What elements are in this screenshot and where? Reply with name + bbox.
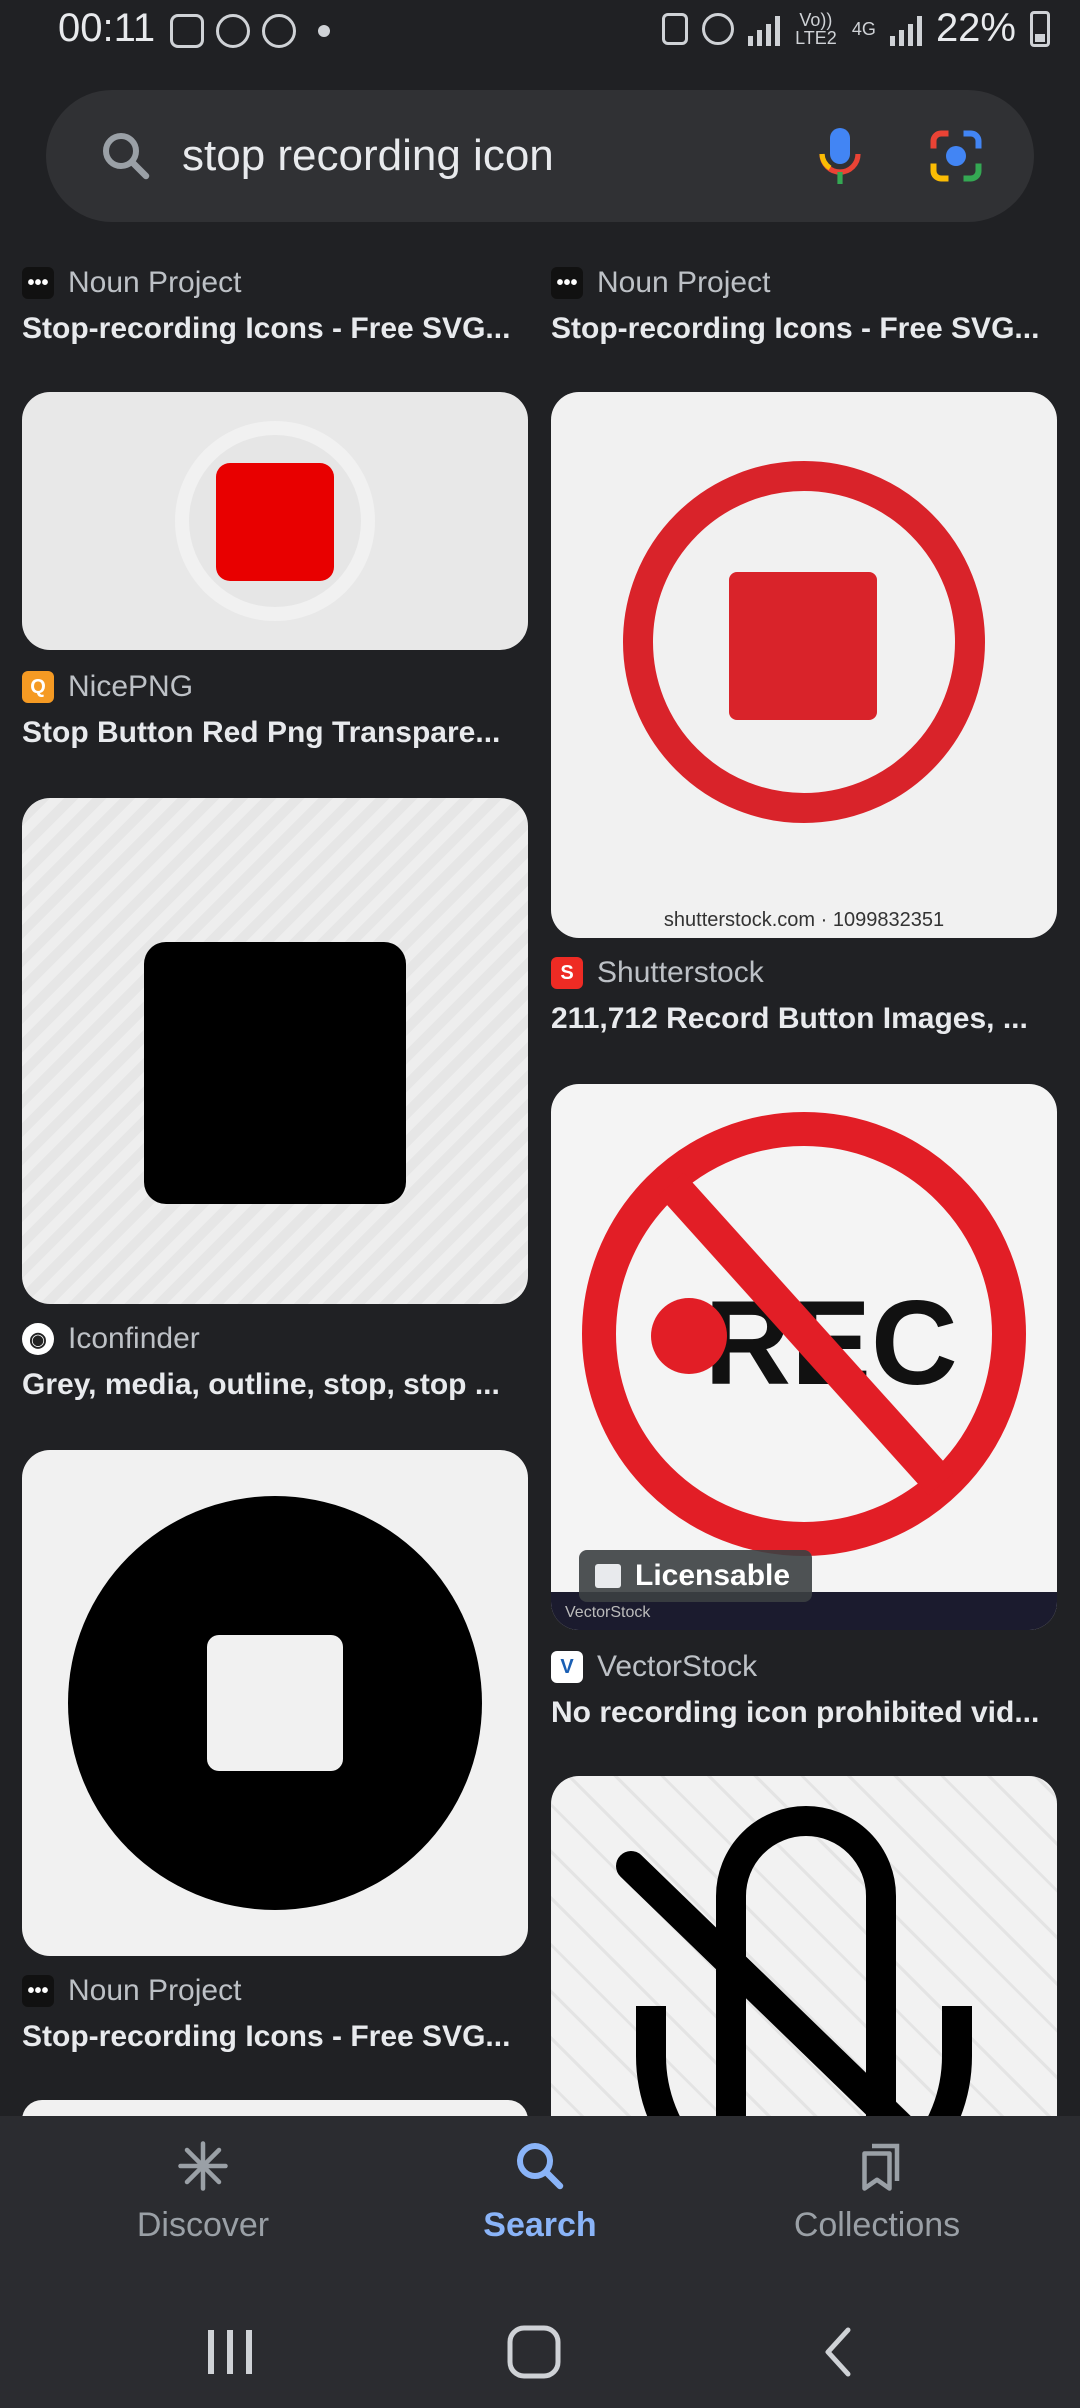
result-source: ◉ Iconfinder [22, 1322, 528, 1356]
system-nav [0, 2296, 1080, 2408]
result-source: V VectorStock [551, 1650, 1057, 1684]
battery-percent: 22% [935, 6, 1016, 50]
status-bar: 00:11 Vo)) LTE2 4G 22% [0, 0, 1080, 66]
record-button-image [623, 461, 985, 823]
watermark-text: VectorStock [565, 1604, 651, 1621]
result-image[interactable]: REC VectorStock Licensable [551, 1084, 1057, 1630]
result-title[interactable]: Stop-recording Icons - Free SVG... [551, 312, 1057, 346]
noun-project-favicon-icon: ••• [22, 1975, 54, 2007]
result-card[interactable]: Q NicePNG Stop Button Red Png Transpare.… [22, 670, 528, 750]
search-icon [517, 2143, 564, 2190]
network-lte-label: Vo)) LTE2 [795, 9, 837, 48]
vectorstock-favicon-icon: V [551, 1651, 583, 1683]
result-card[interactable]: ••• Noun Project Stop-recording Icons - … [22, 266, 528, 346]
result-source: ••• Noun Project [22, 1974, 528, 2008]
result-card[interactable]: ••• Noun Project Stop-recording Icons - … [22, 1974, 528, 2054]
more-notifications-icon [318, 25, 330, 37]
result-title[interactable]: 211,712 Record Button Images, ... [551, 1002, 1057, 1036]
stop-circle-image [68, 1496, 482, 1910]
nav-discover[interactable]: Discover [53, 2136, 353, 2245]
signal-icon [889, 12, 922, 46]
result-source: S Shutterstock [551, 956, 1057, 990]
result-source: Q NicePNG [22, 670, 528, 704]
watermark-text: shutterstock.com · 1099832351 [663, 909, 945, 931]
iconfinder-favicon-icon: ◉ [22, 1323, 54, 1355]
search-icon[interactable] [96, 126, 156, 186]
lock-icon [661, 12, 688, 45]
system-status: Vo)) LTE2 4G 22% [661, 6, 1050, 51]
result-source: ••• Noun Project [22, 266, 528, 300]
search-bar[interactable]: stop recording icon [46, 90, 1034, 222]
stop-square-image [144, 942, 406, 1204]
result-title[interactable]: Grey, media, outline, stop, stop ... [22, 1368, 528, 1402]
battery-icon [1030, 10, 1050, 47]
home-icon[interactable] [506, 2324, 562, 2380]
result-image[interactable] [22, 392, 528, 650]
asterisk-icon [178, 2141, 228, 2191]
alarm-icon [701, 12, 734, 45]
bookmarks-icon [862, 2143, 900, 2191]
result-card[interactable]: S Shutterstock 211,712 Record Button Ima… [551, 956, 1057, 1036]
result-title[interactable]: No recording icon prohibited vid... [551, 1696, 1057, 1730]
search-input[interactable]: stop recording icon [182, 131, 816, 181]
result-image[interactable]: shutterstock.com · 1099832351 [551, 392, 1057, 938]
noun-project-favicon-icon: ••• [551, 267, 583, 299]
whatsapp-icon [262, 14, 296, 48]
result-card[interactable]: V VectorStock No recording icon prohibit… [551, 1650, 1057, 1730]
licensable-badge: Licensable [579, 1550, 813, 1602]
shutterstock-favicon-icon: S [551, 957, 583, 989]
stop-button-red-image [175, 421, 375, 621]
bottom-nav: Discover Search Collections [0, 2116, 1080, 2296]
mic-icon[interactable] [816, 126, 864, 186]
network-4g-label: 4G [851, 18, 876, 39]
result-card[interactable]: ••• Noun Project Stop-recording Icons - … [551, 266, 1057, 346]
result-title[interactable]: Stop-recording Icons - Free SVG... [22, 2020, 528, 2054]
result-title[interactable]: Stop-recording Icons - Free SVG... [22, 312, 528, 346]
noun-project-favicon-icon: ••• [22, 267, 54, 299]
whatsapp-icon [216, 14, 250, 48]
result-image[interactable] [22, 1450, 528, 1956]
result-title[interactable]: Stop Button Red Png Transpare... [22, 716, 528, 750]
lens-icon[interactable] [926, 126, 986, 186]
result-image[interactable] [22, 798, 528, 1304]
back-icon[interactable] [812, 2324, 868, 2380]
status-time: 00:11 [58, 6, 156, 50]
result-card[interactable]: ◉ Iconfinder Grey, media, outline, stop,… [22, 1322, 528, 1402]
recent-apps-icon[interactable] [200, 2324, 260, 2380]
image-icon [595, 1564, 621, 1588]
result-source: ••• Noun Project [551, 266, 1057, 300]
nav-search[interactable]: Search [390, 2136, 690, 2245]
no-recording-image: REC [551, 1112, 1057, 1630]
nav-collections[interactable]: Collections [727, 2136, 1027, 2245]
notification-icons [170, 14, 330, 48]
gallery-icon [170, 14, 204, 48]
nicepng-favicon-icon: Q [22, 671, 54, 703]
signal-icon [747, 12, 780, 46]
